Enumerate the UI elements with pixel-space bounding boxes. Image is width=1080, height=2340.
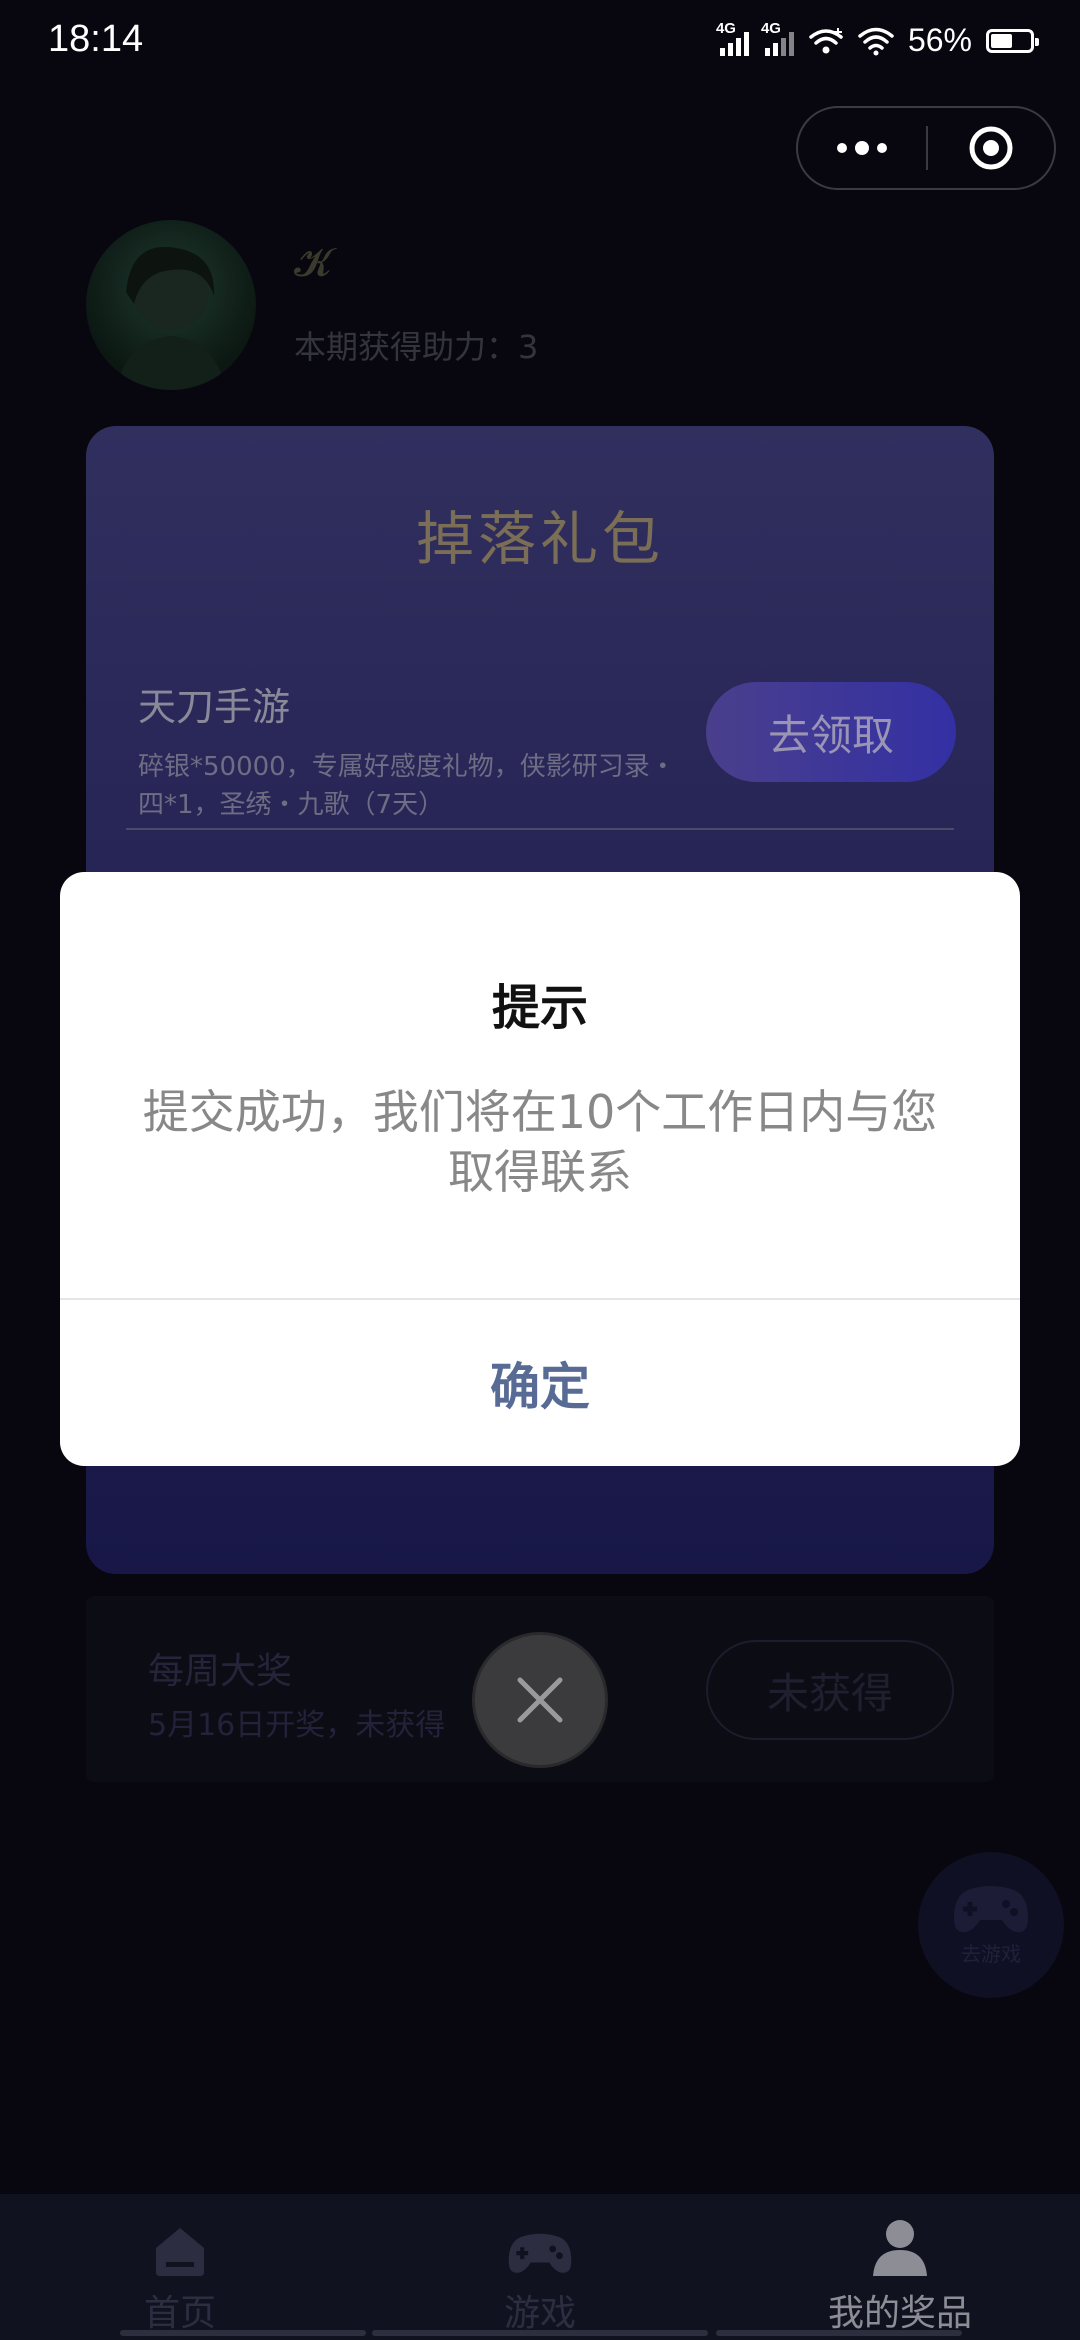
floating-game-label: 去游戏: [961, 1941, 1021, 1966]
divider: [126, 828, 954, 830]
gamepad-icon: [508, 2233, 572, 2273]
game-name: 天刀手游: [138, 685, 291, 729]
wifi-data-icon: [809, 27, 843, 53]
gamepad-icon: [954, 1885, 1028, 1932]
home-icon: [156, 2228, 204, 2276]
tab-my-prizes-label: 我的奖品: [827, 2293, 972, 2334]
confirm-button[interactable]: 确定: [60, 1300, 1020, 1466]
signal-icon: 4G: [716, 20, 749, 56]
signal-icon: 4G: [761, 20, 794, 56]
tab-home[interactable]: 首页: [0, 2194, 360, 2340]
weekly-prize-button[interactable]: 未获得: [706, 1640, 954, 1740]
tab-bar: 首页 游戏 我的奖品: [0, 2194, 1080, 2340]
wifi-icon: [858, 27, 894, 55]
claim-button[interactable]: 去领取: [706, 682, 956, 782]
floating-game-button[interactable]: 去游戏: [918, 1852, 1064, 1998]
weekly-prize-subtitle: 5月16日开奖，未获得: [148, 1708, 446, 1743]
gift-description: 碎银*50000，专属好感度礼物，侠影研习录・四*1，圣绣・九歌（7天）: [138, 752, 676, 820]
dialog-message: 提交成功，我们将在10个工作日内与您取得联系: [142, 1085, 938, 1199]
dialog-title: 提示: [491, 980, 588, 1036]
weekly-prize-title: 每周大奖: [148, 1651, 293, 1692]
nickname: 𝓚: [294, 240, 332, 286]
close-icon: [517, 1677, 563, 1723]
tab-games[interactable]: 游戏: [360, 2194, 720, 2340]
status-time: 18:14: [48, 18, 144, 60]
battery-icon: [986, 28, 1039, 53]
tab-home-label: 首页: [143, 2293, 216, 2334]
target-circle-icon[interactable]: [928, 124, 1054, 172]
capsule-menu: [796, 106, 1056, 190]
close-button[interactable]: [472, 1632, 608, 1768]
tab-games-label: 游戏: [503, 2293, 576, 2334]
assist-count: 本期获得助力：3: [294, 328, 539, 366]
status-icons: 4G 4G 56%: [716, 20, 1039, 59]
more-dots-icon[interactable]: [798, 141, 926, 155]
battery-percent: 56%: [907, 22, 972, 58]
tab-my-prizes[interactable]: 我的奖品: [720, 2194, 1080, 2340]
gift-card-title: 掉落礼包: [415, 505, 664, 573]
user-icon: [873, 2220, 927, 2276]
avatar: [86, 220, 256, 390]
alert-dialog: 提示 提交成功，我们将在10个工作日内与您取得联系 确定: [60, 872, 1020, 1466]
